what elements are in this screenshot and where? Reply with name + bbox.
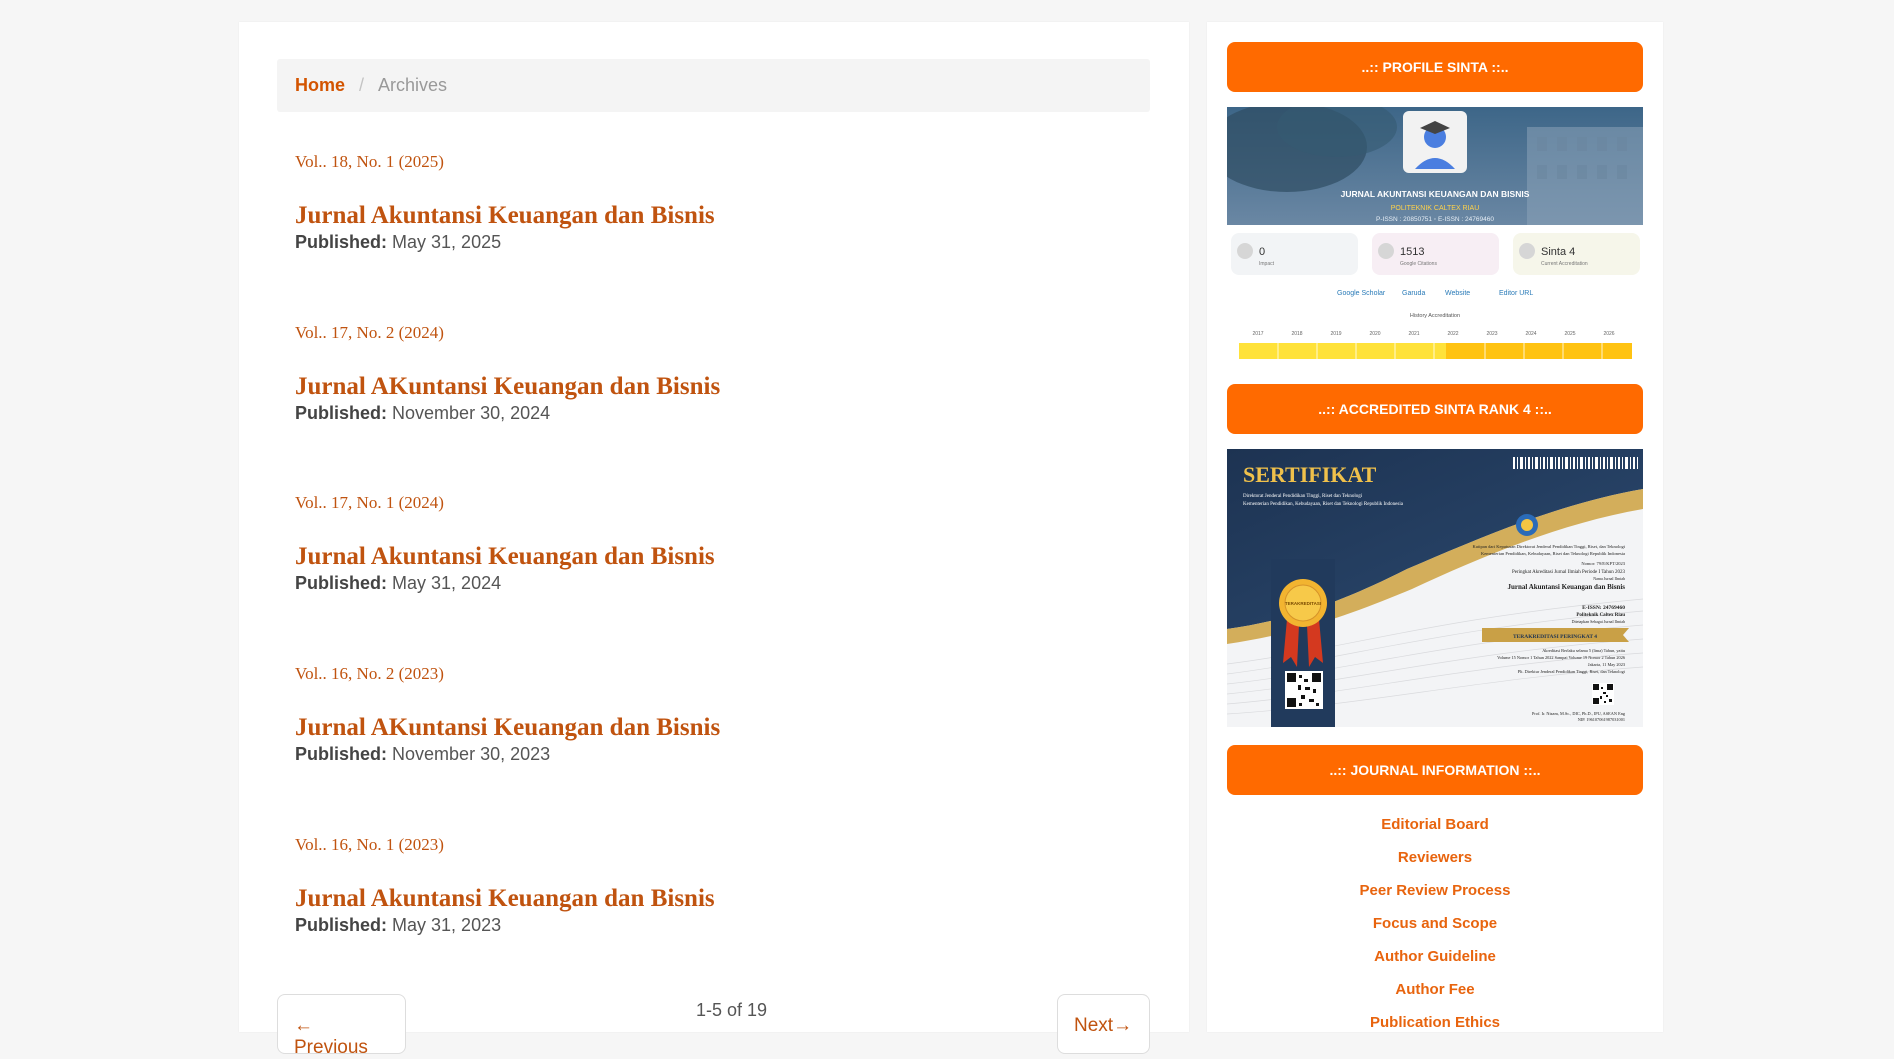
sinta-stat-label: Current Accreditation	[1541, 261, 1588, 267]
certificate-decree-number: Nomor: 79/E/KPT/2023	[1581, 561, 1625, 566]
certificate-publisher: Politeknik Caltex Riau	[1576, 613, 1625, 618]
next-page-button[interactable]: Next→	[1057, 994, 1150, 1054]
publication-ethics-link[interactable]: Publication Ethics	[1227, 1013, 1643, 1046]
certificate-issuer-1: Direktorat Jenderal Pendidikan Tinggi, R…	[1243, 494, 1363, 499]
published-label: Published:	[295, 573, 388, 593]
sinta-profile-card[interactable]: JURNAL AKUNTANSI KEUANGAN DAN BISNIS POL…	[1227, 107, 1643, 362]
breadcrumb-separator: /	[359, 75, 365, 95]
sinta-year: 2026	[1603, 331, 1614, 337]
breadcrumb: Home / Archives	[277, 59, 1150, 112]
certificate-seal-text: TERAKREDITASI	[1285, 601, 1321, 606]
issue-published: Published: May 31, 2025	[295, 232, 715, 253]
sinta-institution: POLITEKNIK CALTEX RIAU	[1391, 205, 1480, 212]
certificate-journal: Jurnal Akuntansi Keuangan dan Bisnis	[1508, 583, 1626, 591]
sinta-issn: P-ISSN : 20850751 ◦ E-ISSN : 24769460	[1376, 216, 1494, 223]
sinta-journal-name: JURNAL AKUNTANSI KEUANGAN DAN BISNIS	[1341, 189, 1530, 199]
sinta-year: 2020	[1369, 331, 1380, 337]
published-date: May 31, 2024	[392, 573, 502, 593]
published-date: May 31, 2025	[392, 232, 502, 252]
sinta-year: 2023	[1486, 331, 1497, 337]
issue-volume: Vol.. 18, No. 1 (2025)	[295, 152, 444, 171]
published-date: November 30, 2023	[392, 744, 551, 764]
sinta-stat-value: 0	[1259, 246, 1265, 258]
issue-published: Published: May 31, 2023	[295, 915, 715, 936]
editorial-board-link[interactable]: Editorial Board	[1227, 815, 1643, 848]
sinta-year: 2025	[1564, 331, 1575, 337]
certificate-period: Peringkat Akreditasi Jurnal Ilmiah Perio…	[1512, 570, 1626, 575]
issue-title-link[interactable]: Jurnal Akuntansi Keuangan dan Bisnis	[295, 885, 715, 913]
sinta-link: Website	[1445, 290, 1470, 297]
published-label: Published:	[295, 232, 388, 252]
previous-page-button[interactable]: ← Previous	[277, 994, 406, 1058]
issue-item: Vol.. 16, No. 2 (2023) Jurnal AKuntansi …	[295, 664, 720, 765]
journal-info-heading: ..:: JOURNAL INFORMATION ::..	[1227, 745, 1643, 795]
sinta-link: Editor URL	[1499, 290, 1533, 297]
published-label: Published:	[295, 744, 388, 764]
accreditation-certificate[interactable]: SERTIFIKAT Direktorat Jenderal Pendidika…	[1227, 449, 1643, 727]
sinta-profile-image: JURNAL AKUNTANSI KEUANGAN DAN BISNIS POL…	[1227, 107, 1643, 362]
sinta-link: Garuda	[1402, 290, 1425, 297]
sinta-stat-value: Sinta 4	[1541, 246, 1575, 258]
issue-item: Vol.. 17, No. 2 (2024) Jurnal AKuntansi …	[295, 323, 720, 424]
sinta-link: Google Scholar	[1337, 290, 1386, 297]
issue-item: Vol.. 17, No. 1 (2024) Jurnal Akuntansi …	[295, 493, 715, 594]
author-fee-link[interactable]: Author Fee	[1227, 980, 1643, 1013]
certificate-validity-2: Volume 15 Nomor 1 Tahun 2022 Sampai Volu…	[1497, 655, 1626, 660]
sinta-year: 2017	[1252, 331, 1263, 337]
reviewers-link[interactable]: Reviewers	[1227, 848, 1643, 881]
sinta-year: 2019	[1330, 331, 1341, 337]
sinta-year: 2022	[1447, 331, 1458, 337]
issue-item: Vol.. 16, No. 1 (2023) Jurnal Akuntansi …	[295, 835, 715, 936]
issue-volume: Vol.. 16, No. 2 (2023)	[295, 664, 444, 683]
certificate-eissn: E-ISSN: 24769460	[1582, 605, 1625, 611]
certificate-assigned: Ditetapkan Sebagai Jurnal Ilmiah	[1572, 619, 1625, 624]
sinta-stat-label: Impact	[1259, 261, 1275, 267]
issue-title-link[interactable]: Jurnal Akuntansi Keuangan dan Bisnis	[295, 202, 715, 230]
certificate-signer-nip: NIP. 196107061987031001	[1578, 717, 1625, 722]
breadcrumb-home-link[interactable]: Home	[295, 75, 345, 96]
issue-published: Published: November 30, 2024	[295, 403, 720, 424]
sinta-stat-label: Google Citations	[1400, 261, 1437, 267]
sinta-year: 2018	[1291, 331, 1302, 337]
issue-title-link[interactable]: Jurnal Akuntansi Keuangan dan Bisnis	[295, 543, 715, 571]
author-guideline-link[interactable]: Author Guideline	[1227, 947, 1643, 980]
sinta-history-label: History Accreditation	[1410, 313, 1460, 319]
pagination-count: 1-5 of 19	[696, 1000, 768, 1020]
focus-and-scope-link[interactable]: Focus and Scope	[1227, 914, 1643, 947]
sinta-year: 2021	[1408, 331, 1419, 337]
issue-published: Published: November 30, 2023	[295, 744, 720, 765]
sidebar: ..:: PROFILE SINTA ::.. JURNAL AKUNTANSI…	[1207, 22, 1663, 1032]
peer-review-process-link[interactable]: Peer Review Process	[1227, 881, 1643, 914]
issue-volume: Vol.. 17, No. 2 (2024)	[295, 323, 444, 342]
certificate-image: SERTIFIKAT Direktorat Jenderal Pendidika…	[1227, 449, 1643, 727]
issue-title-link[interactable]: Jurnal AKuntansi Keuangan dan Bisnis	[295, 373, 720, 401]
accredited-heading: ..:: ACCREDITED SINTA RANK 4 ::..	[1227, 384, 1643, 434]
published-label: Published:	[295, 403, 388, 423]
issue-volume: Vol.. 17, No. 1 (2024)	[295, 493, 444, 512]
published-date: May 31, 2023	[392, 915, 502, 935]
sinta-year: 2024	[1525, 331, 1536, 337]
issue-title-link[interactable]: Jurnal AKuntansi Keuangan dan Bisnis	[295, 714, 720, 742]
certificate-title: SERTIFIKAT	[1243, 462, 1377, 487]
certificate-rank-ribbon: TERAKREDITASI PERINGKAT 4	[1513, 634, 1597, 640]
profile-sinta-heading: ..:: PROFILE SINTA ::..	[1227, 42, 1643, 92]
published-label: Published:	[295, 915, 388, 935]
breadcrumb-current: Archives	[378, 75, 448, 95]
journal-info-links: Editorial Board Reviewers Peer Review Pr…	[1227, 815, 1643, 1046]
published-date: November 30, 2024	[392, 403, 551, 423]
main-content: Home / Archives Vol.. 18, No. 1 (2025) J…	[239, 22, 1189, 1058]
certificate-name-label: Nama Jurnal Ilmiah	[1593, 576, 1625, 581]
certificate-issuer-2: Kementerian Pendidikan, Kebudayaan, Rise…	[1243, 502, 1404, 507]
issue-published: Published: May 31, 2024	[295, 573, 715, 594]
sinta-stat-value: 1513	[1400, 246, 1424, 258]
issue-volume: Vol.. 16, No. 1 (2023)	[295, 835, 444, 854]
issue-item: Vol.. 18, No. 1 (2025) Jurnal Akuntansi …	[295, 152, 715, 253]
